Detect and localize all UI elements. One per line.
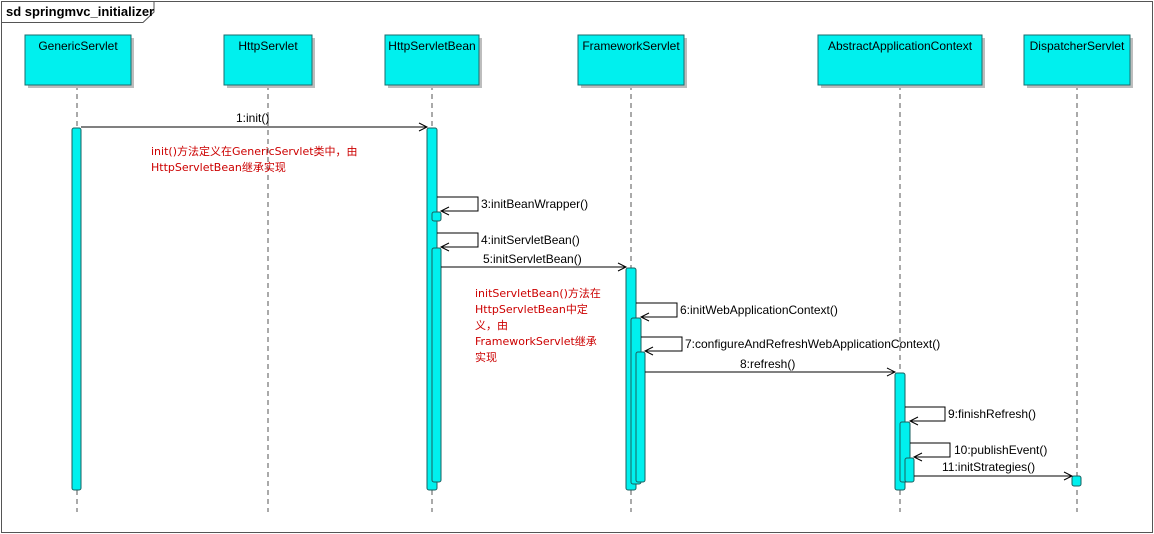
activation-bar xyxy=(1071,475,1082,487)
lifeline-label: GenericServlet xyxy=(38,39,118,53)
note-line: 实现 xyxy=(475,350,497,364)
lifeline-label: HttpServlet xyxy=(238,39,298,53)
self-message-loop xyxy=(905,406,946,422)
note-line: init()方法定义在GenericServlet类中，由 xyxy=(151,144,358,158)
lifeline-label: AbstractApplicationContext xyxy=(828,39,973,53)
activation-bar xyxy=(71,127,82,491)
sequence-diagram: sd springmvc_initializer GenericServlet H… xyxy=(1,1,1153,533)
note-line: HttpServletBean继承实现 xyxy=(151,160,286,174)
self-message-loop xyxy=(910,442,951,458)
message-9: 10:publishEvent() xyxy=(910,442,1047,462)
message-5: 6:initWebApplicationContext() xyxy=(636,302,838,322)
message-label: 5:initServletBean() xyxy=(483,252,582,266)
message-label: 7:configureAndRefreshWebApplicationConte… xyxy=(685,337,940,351)
message-4: 5:initServletBean() xyxy=(441,252,628,272)
message-label: 3:initBeanWrapper() xyxy=(481,197,588,211)
message-3: 4:initServletBean() xyxy=(437,232,580,252)
message-label: 8:refresh() xyxy=(740,357,795,371)
activation-bar xyxy=(635,351,646,483)
lifeline-label: HttpServletBean xyxy=(388,39,475,53)
note-1: init()方法定义在GenericServlet类中，由 HttpServlet… xyxy=(151,144,358,174)
note-line: HttpServletBean中定 xyxy=(475,302,588,316)
lifeline-dispatcher: DispatcherServlet xyxy=(1023,34,1133,512)
message-2: 3:initBeanWrapper() xyxy=(437,196,588,216)
lifeline-label: FrameworkServlet xyxy=(582,39,680,53)
activation-bar xyxy=(904,457,915,483)
activation-bar xyxy=(431,211,442,222)
message-10: 11:initStrategies() xyxy=(914,460,1074,481)
message-label: 10:publishEvent() xyxy=(954,443,1047,457)
note-line: initServletBean()方法在 xyxy=(475,286,601,300)
message-label: 11:initStrategies() xyxy=(942,460,1035,474)
message-label: 6:initWebApplicationContext() xyxy=(680,303,838,317)
message-label: 1:init() xyxy=(236,111,269,125)
activation-bar xyxy=(431,247,442,483)
self-message-loop xyxy=(641,336,683,352)
note-line: FrameworkServlet继承 xyxy=(475,335,597,348)
self-message-loop xyxy=(437,196,479,212)
message-8: 9:finishRefresh() xyxy=(905,406,1036,426)
message-label: 4:initServletBean() xyxy=(481,233,580,247)
message-7: 8:refresh() xyxy=(645,357,897,377)
self-message-loop xyxy=(636,302,678,318)
note-line: 义，由 xyxy=(475,318,508,332)
note-2: initServletBean()方法在 HttpServletBean中定义，由… xyxy=(475,286,601,364)
diagram-title: sd springmvc_initializer xyxy=(6,4,154,19)
lifeline-http: HttpServlet xyxy=(223,34,315,512)
lifelines: GenericServlet HttpServlet HttpServletBean… xyxy=(24,34,1133,512)
self-message-loop xyxy=(437,232,479,248)
lifeline-label: DispatcherServlet xyxy=(1030,39,1125,53)
message-1: 1:init() xyxy=(81,111,429,132)
message-label: 9:finishRefresh() xyxy=(948,407,1036,421)
message-6: 7:configureAndRefreshWebApplicationConte… xyxy=(641,336,940,356)
